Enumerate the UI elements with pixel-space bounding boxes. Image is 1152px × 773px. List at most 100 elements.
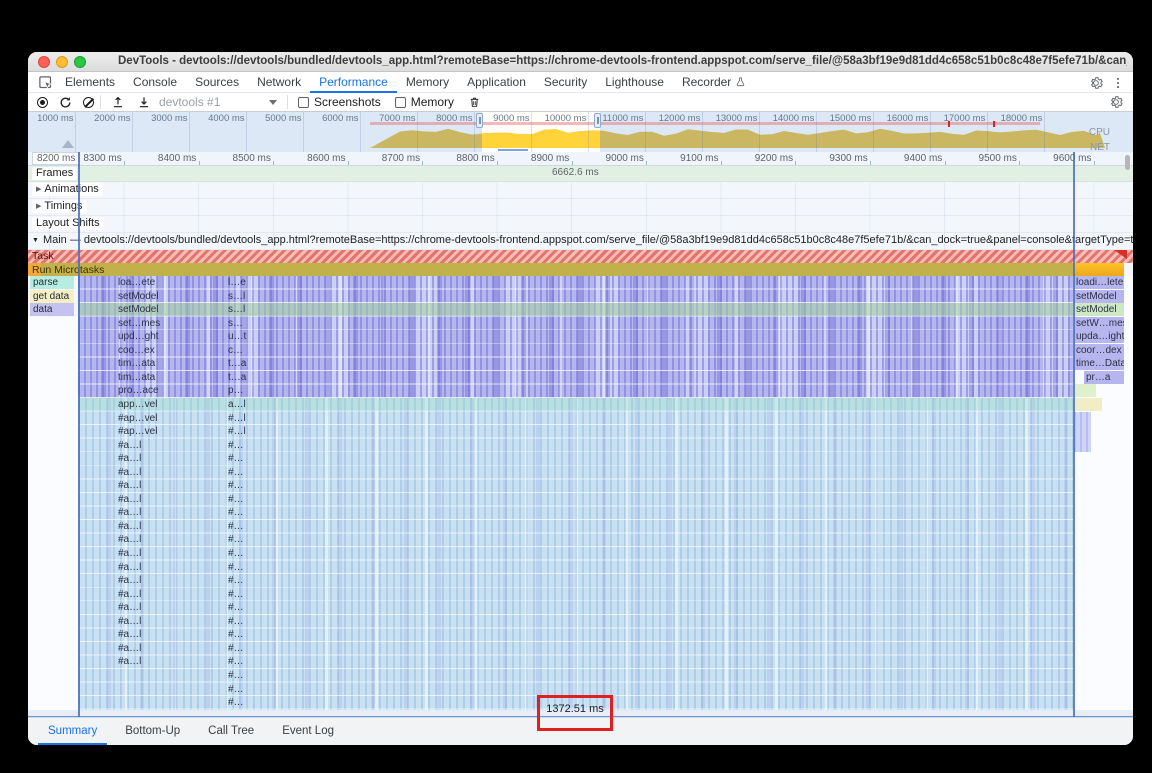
range-end-line[interactable] (1073, 152, 1075, 717)
record-button[interactable] (37, 94, 48, 110)
flame-event-label[interactable]: upd…ght (118, 330, 159, 343)
tab-security[interactable]: Security (535, 72, 596, 93)
tab-performance[interactable]: Performance (310, 72, 397, 93)
flame-event-label[interactable]: #a…l (118, 466, 141, 479)
layout-shifts-track-header[interactable]: Layout Shifts (32, 217, 104, 230)
selection-left-handle[interactable] (476, 113, 483, 128)
flame-event-label[interactable]: coo…ex (118, 344, 155, 357)
flame-event-bar-right[interactable]: upda…ight (1074, 330, 1124, 343)
animations-track[interactable]: ▶Animations (28, 182, 1133, 199)
flame-event-bar-right[interactable]: pr…a (1084, 371, 1124, 384)
flame-event-bar-right[interactable]: setModel (1074, 303, 1124, 316)
flame-event-bar-left[interactable]: parse (30, 276, 74, 289)
flame-event-label[interactable]: #a…l (118, 520, 141, 533)
flame-event-label[interactable]: #a…l (118, 506, 141, 519)
tab-recorder[interactable]: Recorder (673, 72, 755, 93)
flame-event-bar-right[interactable]: loadi…lete (1074, 276, 1124, 289)
flame-event-label[interactable]: #ap…vel (118, 425, 157, 438)
flame-event-label[interactable]: #… (228, 669, 244, 682)
capture-settings-gear-icon[interactable] (1109, 95, 1123, 109)
animations-track-header[interactable]: ▶Animations (32, 183, 103, 196)
tab-elements[interactable]: Elements (56, 72, 124, 93)
flame-rows-layer[interactable]: parseloa…etel…eloadi…leteget datasetMode… (28, 276, 1133, 710)
titlebar[interactable]: DevTools - devtools://devtools/bundled/d… (28, 52, 1133, 72)
screenshots-checkbox[interactable] (298, 94, 309, 110)
frames-track[interactable]: Frames 6662.6 ms (28, 166, 1133, 182)
profile-select[interactable]: devtools #1 (159, 95, 277, 109)
tab-application[interactable]: Application (458, 72, 535, 93)
flame-event-label[interactable]: s…l (228, 290, 245, 303)
task-event-bar[interactable]: Task (28, 250, 1133, 264)
tab-memory[interactable]: Memory (397, 72, 458, 93)
flame-event-label[interactable]: #… (228, 479, 244, 492)
flame-event-label[interactable]: #a…l (118, 452, 141, 465)
flame-event-label[interactable]: #… (228, 493, 244, 506)
flame-event-label[interactable]: tim…ata (118, 371, 155, 384)
flame-event-label[interactable]: app…vel (118, 398, 157, 411)
chevron-right-icon[interactable]: ▶ (36, 200, 41, 213)
bottom-tab-summary[interactable]: Summary (38, 718, 107, 745)
overview-strip[interactable]: CPU NET 1000 ms2000 ms3000 ms4000 ms5000… (28, 112, 1133, 152)
flame-event-label[interactable]: #… (228, 520, 244, 533)
flame-event-label[interactable]: #… (228, 533, 244, 546)
flame-chart-panel[interactable]: Frames 6662.6 ms ▶Animations ▶Timings La… (28, 166, 1133, 717)
flame-event-label[interactable]: #… (228, 506, 244, 519)
flame-event-label[interactable]: setModel (118, 303, 159, 316)
flame-event-label[interactable]: l…e (228, 276, 246, 289)
tab-console[interactable]: Console (124, 72, 186, 93)
flame-event-label[interactable]: set…mes (118, 317, 160, 330)
kebab-menu-icon[interactable] (1111, 76, 1125, 90)
flame-event-label[interactable]: #… (228, 642, 244, 655)
inspect-element-icon[interactable] (34, 73, 56, 91)
layout-shifts-track[interactable]: Layout Shifts (28, 216, 1133, 233)
flame-event-label[interactable]: #a…l (118, 479, 141, 492)
chevron-down-icon[interactable]: ▼ (32, 237, 39, 244)
flame-event-label[interactable]: #a…l (118, 493, 141, 506)
tab-sources[interactable]: Sources (186, 72, 248, 93)
flame-event-label[interactable]: #a…l (118, 439, 141, 452)
flame-event-label[interactable]: #… (228, 439, 244, 452)
save-profile-icon[interactable] (137, 94, 151, 110)
load-profile-icon[interactable] (111, 94, 125, 110)
tab-lighthouse[interactable]: Lighthouse (596, 72, 673, 93)
memory-checkbox[interactable] (395, 94, 406, 110)
bottom-tab-bottom-up[interactable]: Bottom-Up (115, 718, 190, 745)
flame-event-bar-right[interactable]: coor…dex (1074, 344, 1124, 357)
flame-event-bar-right[interactable]: time…Data (1074, 357, 1124, 370)
flame-event-bar-right[interactable]: setW…mes (1074, 317, 1124, 330)
flame-event-label[interactable]: #… (228, 655, 244, 668)
time-ruler[interactable]: 8200 ms8300 ms8400 ms8500 ms8600 ms8700 … (28, 152, 1133, 166)
minimize-window-button[interactable] (56, 56, 68, 68)
flame-event-label[interactable]: #…l (228, 425, 246, 438)
settings-gear-icon[interactable] (1089, 76, 1103, 90)
flame-event-label[interactable]: #… (228, 547, 244, 560)
flame-event-label[interactable]: t…a (228, 371, 246, 384)
chevron-right-icon[interactable]: ▶ (36, 183, 41, 196)
clear-button[interactable] (83, 94, 94, 110)
flame-event-label[interactable]: #a…l (118, 615, 141, 628)
flame-event-label[interactable]: #… (228, 561, 244, 574)
frames-track-header[interactable]: Frames (32, 167, 77, 180)
flame-event-label[interactable]: #… (228, 588, 244, 601)
flame-event-label[interactable]: t…a (228, 357, 246, 370)
flame-event-label[interactable]: #a…l (118, 574, 141, 587)
trash-icon[interactable] (468, 94, 481, 110)
flame-event-label[interactable]: pro…ace (118, 384, 159, 397)
flame-event-label[interactable]: #… (228, 574, 244, 587)
flame-event-label[interactable]: u…t (228, 330, 246, 343)
close-window-button[interactable] (38, 56, 50, 68)
flame-event-label[interactable]: #a…l (118, 642, 141, 655)
flame-event-label[interactable]: #…l (228, 412, 246, 425)
flame-event-label[interactable]: #a…l (118, 628, 141, 641)
flame-event-label[interactable]: #a…l (118, 601, 141, 614)
bottom-tab-event-log[interactable]: Event Log (272, 718, 344, 745)
bottom-tab-call-tree[interactable]: Call Tree (198, 718, 264, 745)
tab-network[interactable]: Network (248, 72, 310, 93)
flame-event-label[interactable]: #a…l (118, 655, 141, 668)
flame-event-label[interactable]: #a…l (118, 561, 141, 574)
reload-and-record-button[interactable] (59, 94, 72, 110)
flame-event-bar-left[interactable]: get data (30, 290, 74, 303)
flame-event-label[interactable]: #… (228, 696, 244, 709)
flame-event-label[interactable]: s…l (228, 303, 245, 316)
flame-event-label[interactable]: #ap…vel (118, 412, 157, 425)
